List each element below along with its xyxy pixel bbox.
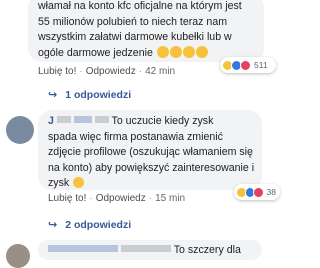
comment-text-line: ogóle darmowe jedzenie [38, 46, 153, 59]
like-link[interactable]: Lubię to! [48, 193, 86, 204]
avatar[interactable] [6, 116, 34, 144]
reply-link[interactable]: Odpowiedz [96, 193, 146, 204]
comment-actions: Lubię to! · Odpowiedz · 15 min [48, 193, 186, 204]
replies-count-label: 2 odpowiedzi [65, 218, 132, 231]
reaction-count: 511 [254, 60, 268, 70]
commenter-name[interactable]: J [48, 115, 54, 127]
comment-text-line: 55 milionów polubień to niech teraz nam [38, 15, 228, 28]
laughing-emoji-icon [182, 45, 195, 58]
view-replies-link[interactable]: ↪ 1 odpowiedzi [48, 88, 132, 102]
timestamp[interactable]: 42 min [145, 66, 175, 77]
replies-count-label: 1 odpowiedzi [65, 88, 132, 101]
reaction-count: 38 [266, 187, 277, 197]
comment-text-line: spada więc firma postanawia zmienić [48, 130, 223, 143]
comment-text-line: zdjęcie profilowe (oszukując włamaniem s… [48, 146, 253, 158]
comment-text-line: To uczucie kiedy zysk [111, 115, 214, 127]
comment-bubble: J To uczucie kiedy zysk spada więc firma… [38, 110, 262, 190]
love-reaction-icon [253, 186, 264, 198]
comment-text-line: na konto) aby powiększyć zainteresowanie… [48, 161, 255, 174]
laughing-emoji-icon [195, 45, 208, 58]
like-link[interactable]: Lubię to! [38, 66, 76, 77]
comment-text-line: wszystkim załatwi darmowe kubełki lub w [38, 31, 232, 43]
reaction-summary[interactable]: 511 [220, 57, 276, 73]
redacted-name [94, 116, 109, 123]
redacted-name [120, 245, 171, 252]
laughing-emoji-icon [169, 45, 182, 58]
comment-bubble: To szczery dla [38, 240, 262, 260]
comment-text-line: To szczery dla [173, 244, 241, 256]
avatar[interactable] [6, 244, 30, 268]
comment-text-line: włamał na konto kfc oficjalne na którym … [38, 0, 242, 12]
view-replies-link[interactable]: ↪ 2 odpowiedzi [48, 218, 132, 232]
comment-bubble: włamał na konto kfc oficjalne na którym … [28, 0, 264, 62]
reply-arrow-icon: ↪ [48, 89, 58, 101]
laughing-emoji-icon [156, 45, 169, 58]
love-reaction-icon [240, 59, 251, 71]
reply-link[interactable]: Odpowiedz [86, 66, 136, 77]
timestamp[interactable]: 15 min [155, 193, 185, 204]
redacted-name [48, 245, 118, 252]
comment-actions: Lubię to! · Odpowiedz · 42 min [38, 66, 176, 77]
reaction-summary[interactable]: 38 [234, 184, 280, 200]
smiley-emoji-icon [73, 177, 85, 188]
comment-text-line: zysk [48, 177, 70, 189]
redacted-name [56, 116, 71, 123]
redacted-name [73, 116, 92, 123]
reply-arrow-icon: ↪ [48, 219, 58, 231]
